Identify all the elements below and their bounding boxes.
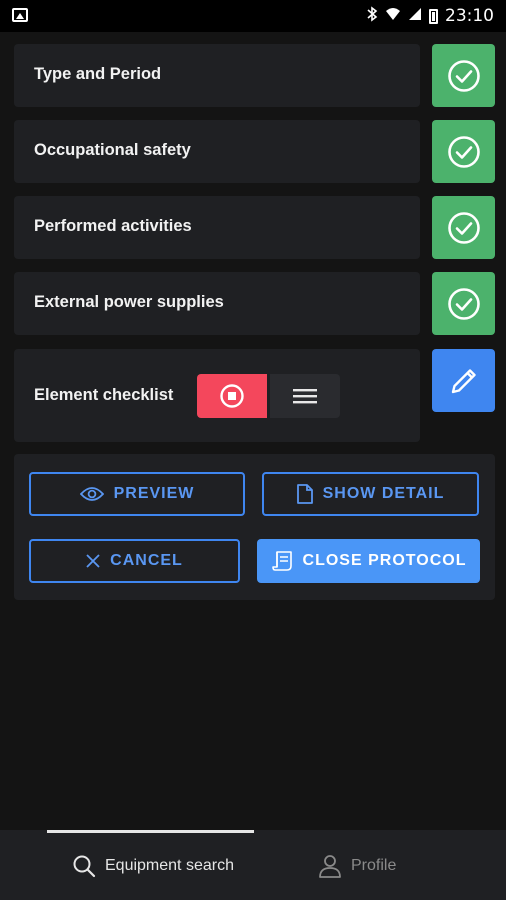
bottom-navigation: Equipment search Profile	[0, 830, 506, 900]
section-card-occupational-safety[interactable]: Occupational safety	[14, 120, 420, 183]
section-label: Performed activities	[34, 217, 192, 235]
show-detail-label: SHOW DETAIL	[322, 485, 445, 502]
menu-lines-icon	[293, 389, 317, 404]
signal-icon	[408, 7, 422, 25]
menu-toggle-button[interactable]	[270, 374, 340, 418]
check-circle-icon	[447, 287, 480, 320]
section-status-edit-button[interactable]	[432, 349, 495, 412]
status-time: 23:10	[445, 6, 494, 26]
section-status-done-button[interactable]	[432, 196, 495, 259]
cancel-button[interactable]: CANCEL	[29, 539, 240, 583]
preview-label: PREVIEW	[113, 485, 195, 502]
section-card-type-and-period[interactable]: Type and Period	[14, 44, 420, 107]
search-icon	[73, 855, 96, 878]
receipt-icon	[271, 551, 292, 571]
section-status-done-button[interactable]	[432, 272, 495, 335]
cancel-label: CANCEL	[110, 552, 183, 569]
section-label: Type and Period	[34, 65, 162, 83]
check-circle-icon	[447, 135, 480, 168]
check-circle-icon	[447, 211, 480, 244]
pencil-icon	[451, 368, 476, 393]
status-bar: 23:10	[0, 0, 506, 32]
close-icon	[86, 554, 100, 568]
nav-label: Profile	[351, 857, 397, 874]
section-card-element-checklist[interactable]: Element checklist	[14, 349, 420, 442]
status-icons: 23:10	[366, 6, 494, 26]
section-status-done-button[interactable]	[432, 44, 495, 107]
section-label: External power supplies	[34, 293, 224, 311]
section-status-done-button[interactable]	[432, 120, 495, 183]
active-tab-indicator	[47, 830, 254, 833]
document-icon	[296, 484, 313, 504]
preview-button[interactable]: PREVIEW	[29, 472, 245, 516]
wifi-icon	[385, 7, 401, 25]
bluetooth-icon	[366, 6, 378, 26]
stop-circle-icon	[220, 384, 244, 408]
section-label: Occupational safety	[34, 141, 191, 159]
close-protocol-button[interactable]: CLOSE PROTOCOL	[257, 539, 480, 583]
close-protocol-label: CLOSE PROTOCOL	[302, 552, 467, 569]
battery-icon	[429, 8, 438, 24]
nav-label: Equipment search	[105, 857, 234, 874]
section-card-performed-activities[interactable]: Performed activities	[14, 196, 420, 259]
section-label: Element checklist	[34, 386, 174, 404]
nav-item-equipment-search[interactable]: Equipment search	[72, 854, 234, 878]
check-circle-icon	[447, 59, 480, 92]
nav-item-profile[interactable]: Profile	[318, 854, 396, 878]
person-icon	[319, 855, 341, 878]
show-detail-button[interactable]: SHOW DETAIL	[262, 472, 479, 516]
actions-panel: PREVIEW SHOW DETAIL CANCEL CLOSE PROTOCO…	[14, 454, 495, 600]
eye-icon	[79, 487, 104, 501]
stop-toggle-button[interactable]	[197, 374, 267, 418]
section-card-external-power-supplies[interactable]: External power supplies	[14, 272, 420, 335]
image-icon	[12, 8, 28, 22]
